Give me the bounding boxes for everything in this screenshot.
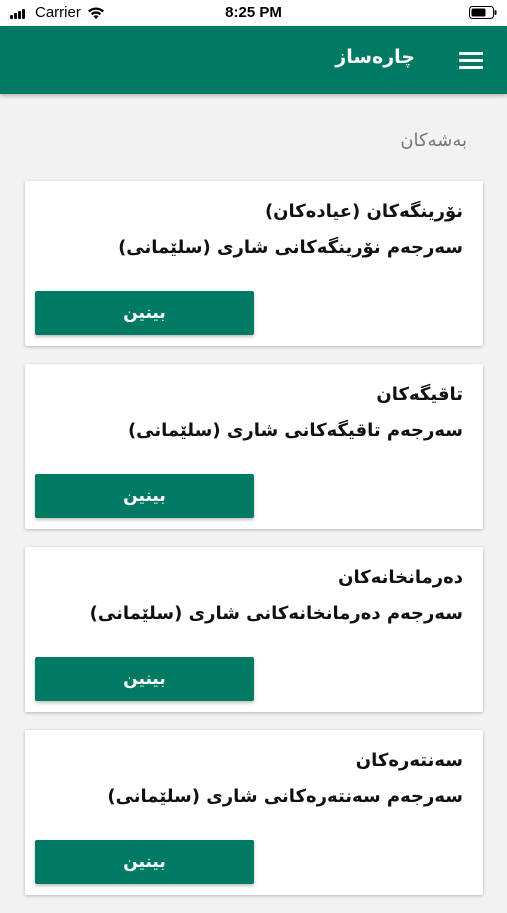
card-clinics: نۆرینگەکان (عیادەکان) سەرجەم نۆرینگەکانی… bbox=[25, 181, 483, 346]
card-title: نۆرینگەکان (عیادەکان) bbox=[264, 201, 463, 222]
menu-line bbox=[459, 65, 483, 69]
view-labs-button[interactable]: بینین bbox=[35, 474, 254, 518]
status-bar: Carrier 8:25 PM bbox=[0, 0, 507, 26]
card-subtitle: سەرجەم دەرمانخانەکانی شاری (سلێمانی) bbox=[89, 603, 463, 624]
card-pharmacies: دەرمانخانەکان سەرجەم دەرمانخانەکانی شاری… bbox=[25, 547, 483, 712]
view-clinics-button[interactable]: بینین bbox=[35, 291, 254, 335]
card-title: سەنتەرەکان bbox=[355, 750, 463, 771]
view-centers-button[interactable]: بینین bbox=[35, 840, 254, 884]
card-labs: تاقیگەکان سەرجەم تاقیگەکانی شاری (سلێمان… bbox=[25, 364, 483, 529]
card-centers: سەنتەرەکان سەرجەم سەنتەرەکانی شاری (سلێم… bbox=[25, 730, 483, 895]
cards-list: نۆرینگەکان (عیادەکان) سەرجەم نۆرینگەکانی… bbox=[25, 181, 483, 913]
section-title: بەشەکان bbox=[400, 130, 467, 151]
app-title: چارەساز bbox=[335, 46, 415, 68]
card-title: دەرمانخانەکان bbox=[338, 567, 463, 588]
card-title: تاقیگەکان bbox=[376, 384, 463, 405]
battery-icon bbox=[469, 6, 497, 19]
app-bar: چارەساز bbox=[0, 26, 507, 94]
card-subtitle: سەرجەم نۆرینگەکانی شاری (سلێمانی) bbox=[118, 237, 463, 258]
card-subtitle: سەرجەم تاقیگەکانی شاری (سلێمانی) bbox=[127, 420, 463, 441]
hamburger-menu-icon[interactable] bbox=[459, 46, 487, 74]
status-time: 8:25 PM bbox=[225, 4, 282, 21]
view-pharmacies-button[interactable]: بینین bbox=[35, 657, 254, 701]
card-subtitle: سەرجەم سەنتەرەکانی شاری (سلێمانی) bbox=[107, 786, 463, 807]
menu-line bbox=[459, 58, 483, 62]
menu-line bbox=[459, 51, 483, 55]
